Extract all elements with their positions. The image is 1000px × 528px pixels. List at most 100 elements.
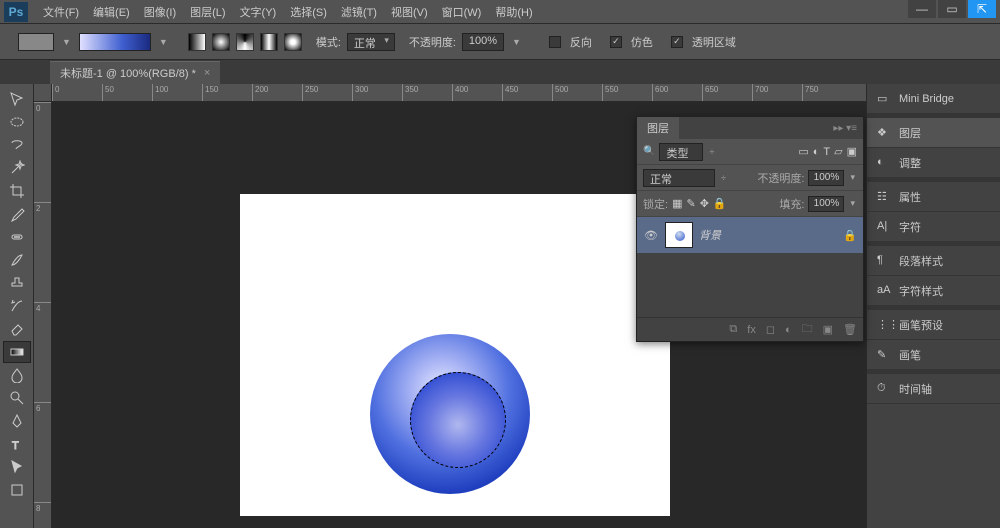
reverse-checkbox[interactable]	[549, 36, 561, 48]
crop-tool[interactable]	[3, 180, 31, 202]
type-tool[interactable]: T	[3, 433, 31, 455]
filter-adjust-icon[interactable]: ◐	[813, 146, 820, 158]
group-icon[interactable]: 🗀	[802, 320, 813, 339]
diamond-gradient-icon[interactable]	[284, 33, 302, 51]
maximize-button[interactable]: ▭	[938, 0, 966, 18]
filter-smart-icon[interactable]: ▣	[847, 145, 857, 158]
layers-footer: ⧉ fx ◻ ◐ 🗀 ▣ 🗑	[637, 317, 863, 341]
path-select-tool[interactable]	[3, 456, 31, 478]
dock-layers[interactable]: ❖图层	[867, 118, 1000, 148]
mode-select[interactable]: 正常 ▾	[347, 33, 395, 51]
filter-pixel-icon[interactable]: ▭	[798, 145, 808, 158]
shape-tool[interactable]	[3, 479, 31, 501]
app-logo: Ps	[4, 2, 28, 22]
marquee-tool[interactable]	[3, 111, 31, 133]
document-tab[interactable]: 未标题-1 @ 100%(RGB/8) * ×	[50, 61, 220, 84]
filter-type-icon[interactable]: T	[823, 146, 830, 158]
transparency-checkbox[interactable]	[671, 36, 683, 48]
history-brush-tool[interactable]	[3, 295, 31, 317]
fx-icon[interactable]: fx	[747, 324, 756, 336]
kind-select[interactable]: 类型	[659, 143, 703, 161]
dodge-tool[interactable]	[3, 387, 31, 409]
menu-edit[interactable]: 编辑(E)	[86, 0, 137, 23]
eraser-tool[interactable]	[3, 318, 31, 340]
dither-checkbox[interactable]	[610, 36, 622, 48]
eyedropper-tool[interactable]	[3, 203, 31, 225]
layer-thumbnail[interactable]	[665, 222, 693, 248]
dock-timeline[interactable]: ⏱时间轴	[867, 374, 1000, 404]
filter-shape-icon[interactable]: ▱	[834, 145, 842, 158]
menu-file[interactable]: 文件(F)	[36, 0, 86, 23]
layers-panel: 图层 ▸▸ ▾≡ 🔍 类型÷ ▭ ◐ T ▱ ▣ 正常÷ 不透明度: 100%▾…	[636, 116, 864, 342]
document-title: 未标题-1 @ 100%(RGB/8) *	[60, 65, 196, 81]
para-icon: ¶	[877, 254, 891, 268]
menu-text[interactable]: 文字(Y)	[233, 0, 284, 23]
dither-label: 仿色	[631, 34, 653, 50]
lock-all-icon[interactable]: 🔒	[713, 197, 727, 210]
layer-lock-icon[interactable]: 🔒	[843, 229, 857, 242]
dock-paragraph-styles[interactable]: ¶段落样式	[867, 246, 1000, 276]
dock-properties[interactable]: ☷属性	[867, 182, 1000, 212]
dock-character[interactable]: A|字符	[867, 212, 1000, 242]
menu-image[interactable]: 图像(I)	[137, 0, 183, 23]
fill-input[interactable]: 100%	[808, 196, 844, 212]
wand-tool[interactable]	[3, 157, 31, 179]
lasso-tool[interactable]	[3, 134, 31, 156]
blend-row: 正常÷ 不透明度: 100%▾	[637, 165, 863, 191]
menu-window[interactable]: 窗口(W)	[435, 0, 489, 23]
vertical-ruler[interactable]: 0 2 4 6 8	[34, 102, 52, 528]
brushpreset-icon: ⋮⋮	[877, 318, 891, 332]
visibility-icon[interactable]: 👁	[643, 229, 659, 242]
menu-layer[interactable]: 图层(L)	[183, 0, 232, 23]
gradient-tool[interactable]	[3, 341, 31, 363]
fill-adjust-icon[interactable]: ◐	[785, 324, 792, 336]
close-tab-icon[interactable]: ×	[204, 67, 210, 79]
menu-filter[interactable]: 滤镜(T)	[334, 0, 384, 23]
dock-mini-bridge[interactable]: ▭Mini Bridge	[867, 84, 1000, 114]
blur-tool[interactable]	[3, 364, 31, 386]
menu-select[interactable]: 选择(S)	[283, 0, 334, 23]
lock-pixel-icon[interactable]: ✎	[686, 197, 695, 210]
stamp-tool[interactable]	[3, 272, 31, 294]
menu-view[interactable]: 视图(V)	[384, 0, 435, 23]
linear-gradient-icon[interactable]	[188, 33, 206, 51]
angle-gradient-icon[interactable]	[236, 33, 254, 51]
tool-preset-swatch[interactable]	[18, 33, 54, 51]
document-canvas[interactable]	[240, 194, 670, 516]
reverse-label: 反向	[570, 34, 592, 50]
gradient-preview[interactable]	[79, 33, 151, 51]
kind-search-icon[interactable]: 🔍	[643, 146, 655, 157]
mask-icon[interactable]: ◻	[766, 323, 775, 336]
dock-character-styles[interactable]: aA字符样式	[867, 276, 1000, 306]
dock-adjustments[interactable]: ◐调整	[867, 148, 1000, 178]
menu-help[interactable]: 帮助(H)	[488, 0, 539, 23]
reflected-gradient-icon[interactable]	[260, 33, 278, 51]
delete-layer-icon[interactable]: 🗑	[843, 323, 857, 336]
layers-empty-area[interactable]	[637, 253, 863, 317]
layers-tab[interactable]: 图层	[637, 117, 679, 139]
timeline-icon: ⏱	[877, 382, 891, 396]
move-tool[interactable]	[3, 88, 31, 110]
minimize-button[interactable]: —	[908, 0, 936, 18]
panel-menu-icon[interactable]: ▸▸ ▾≡	[833, 123, 863, 134]
restore-button[interactable]: ⇱	[968, 0, 996, 18]
heal-tool[interactable]	[3, 226, 31, 248]
opacity-input[interactable]: 100%	[462, 33, 504, 51]
svg-text:T: T	[12, 440, 19, 452]
lock-pos-icon[interactable]: ✥	[700, 197, 709, 210]
layer-name[interactable]: 背景	[699, 227, 721, 243]
layer-row[interactable]: 👁 背景 🔒	[637, 217, 863, 253]
filter-row: 🔍 类型÷ ▭ ◐ T ▱ ▣	[637, 139, 863, 165]
lock-trans-icon[interactable]: ▦	[672, 197, 682, 210]
pen-tool[interactable]	[3, 410, 31, 432]
link-layers-icon[interactable]: ⧉	[729, 323, 737, 336]
fill-label: 填充:	[779, 196, 804, 212]
layer-opacity-input[interactable]: 100%	[808, 170, 844, 186]
new-layer-icon[interactable]: ▣	[823, 323, 833, 336]
dock-brush-presets[interactable]: ⋮⋮画笔预设	[867, 310, 1000, 340]
blend-mode-select[interactable]: 正常	[643, 169, 715, 187]
brush-tool[interactable]	[3, 249, 31, 271]
radial-gradient-icon[interactable]	[212, 33, 230, 51]
horizontal-ruler[interactable]: 0 50 100 150 200 250 300 350 400 450 500…	[52, 84, 1000, 102]
dock-brush[interactable]: ✎画笔	[867, 340, 1000, 370]
